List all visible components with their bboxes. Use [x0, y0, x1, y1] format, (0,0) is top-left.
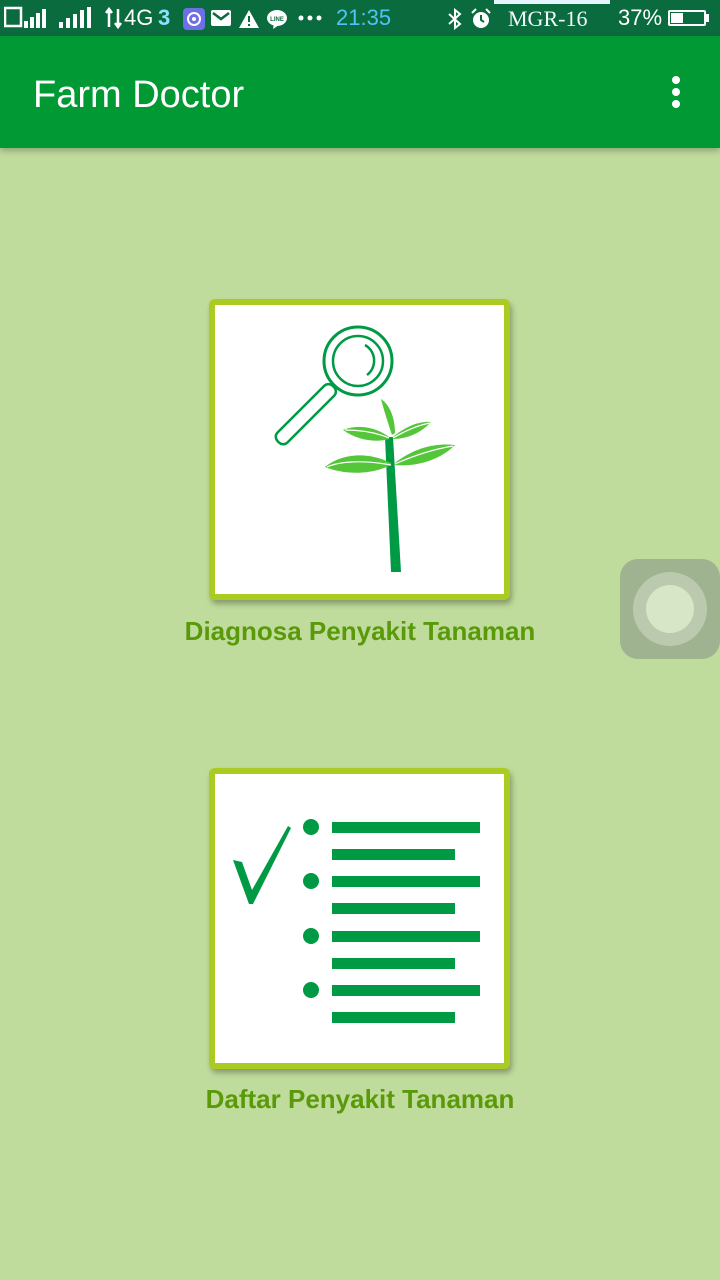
- app-bar: Farm Doctor: [0, 36, 720, 148]
- plant-icon: [325, 399, 455, 572]
- battery-icon: [668, 10, 706, 26]
- operator-name: MGR-16: [508, 6, 588, 31]
- daftar-card-button[interactable]: [209, 768, 510, 1069]
- diagnosa-label[interactable]: Diagnosa Penyakit Tanaman: [0, 615, 720, 647]
- checkmark-icon: [233, 826, 291, 904]
- signal-icon: [59, 7, 91, 28]
- app-title: Farm Doctor: [33, 74, 245, 116]
- battery-level: [671, 13, 683, 23]
- battery-percent: 37%: [618, 5, 663, 30]
- diagnosa-card-button[interactable]: [209, 299, 510, 600]
- data-arrows-icon: [105, 7, 122, 29]
- alarm-icon: [471, 8, 491, 28]
- svg-text:LINE: LINE: [270, 17, 284, 23]
- overflow-menu-icon[interactable]: [658, 72, 694, 120]
- sim-signal-icon: [4, 6, 46, 28]
- list-lines-icon: [303, 819, 480, 1023]
- status-bar: 4G 3 LINE 21:35 MGR-16 37%: [0, 0, 720, 36]
- line-icon: LINE: [267, 10, 287, 29]
- operator-badge: MGR-16: [494, 0, 610, 36]
- menu-dot: [672, 88, 680, 96]
- three-logo-icon: 3: [158, 5, 171, 30]
- menu-dot: [672, 100, 680, 108]
- assistive-touch-button[interactable]: [620, 559, 720, 659]
- daftar-label[interactable]: Daftar Penyakit Tanaman: [0, 1083, 720, 1115]
- magnifier-plant-icon: [274, 325, 455, 572]
- network-type: 4G: [124, 5, 154, 30]
- menu-dot: [672, 76, 680, 84]
- assistive-touch-icon: [646, 585, 694, 633]
- battery-tip: [706, 14, 709, 22]
- warning-icon: [239, 10, 259, 28]
- gmail-icon: [211, 10, 231, 26]
- clock: 21:35: [336, 5, 392, 30]
- more-notifications-icon: [298, 15, 322, 21]
- browser-icon: [183, 8, 205, 30]
- magnifier-icon: [274, 325, 394, 446]
- checklist-icon: [233, 819, 480, 1023]
- bluetooth-icon: [448, 8, 462, 30]
